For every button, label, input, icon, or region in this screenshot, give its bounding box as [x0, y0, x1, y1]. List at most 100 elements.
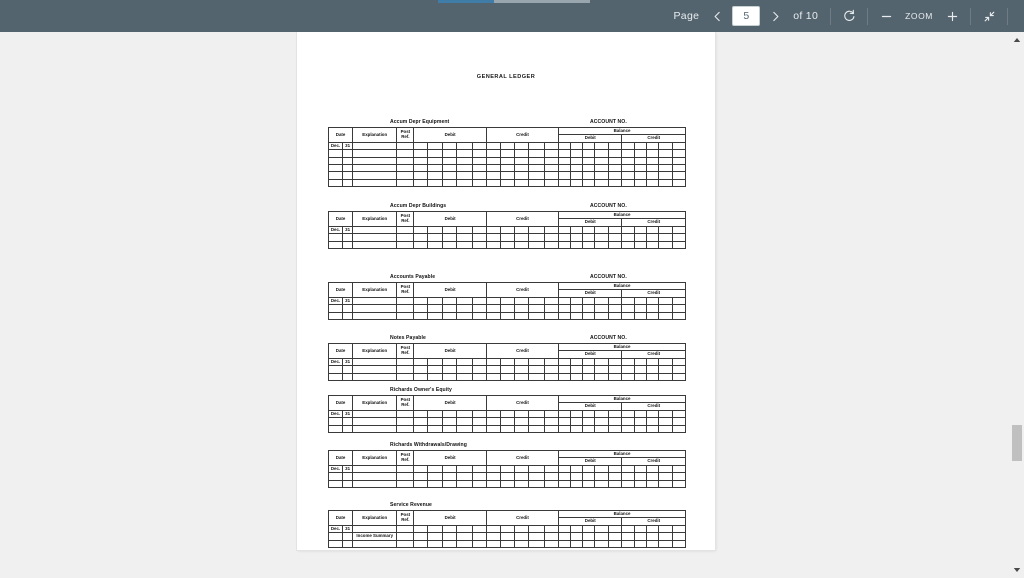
cell-debit-digit	[413, 178, 429, 188]
cell-balance-credit-digit	[645, 464, 659, 474]
ledger-header-row-primary: Date Explanation Post Ref. Debit Credit Balanc…	[327, 509, 686, 526]
cell-debit-digit	[471, 479, 487, 488]
cell-debit-digit	[455, 532, 473, 541]
ledger-caption-row: Notes Payable ACCOUNT NO.	[328, 335, 686, 343]
cell-credit-digit	[527, 163, 546, 173]
zoom-out-button[interactable]	[874, 4, 898, 28]
cell-credit-digit	[499, 464, 515, 474]
ledger-data-row	[327, 424, 687, 433]
cell-credit-digit	[513, 372, 529, 381]
cell-balance-credit-digit	[657, 532, 673, 541]
ledger-data-row: Dec. 31	[327, 524, 687, 534]
col-header-credit: Credit	[485, 211, 560, 227]
cell-credit-digit	[499, 233, 515, 242]
cell-date-day	[342, 372, 354, 381]
pdf-viewer-canvas[interactable]: GENERAL LEDGER Accum Depr Equipment ACCOU…	[0, 32, 1010, 576]
cell-credit-digit	[513, 532, 529, 541]
cell-debit-digit	[455, 479, 473, 488]
cell-balance-debit-digit	[608, 225, 623, 235]
col-header-balance: Balance	[558, 449, 686, 459]
cell-balance-credit-digit	[657, 472, 673, 481]
col-header-balance-credit: Credit	[621, 218, 686, 227]
cell-credit-digit	[499, 304, 515, 313]
cell-credit-digit	[544, 233, 560, 242]
cell-balance-debit-digit	[608, 464, 623, 474]
scroll-up-button[interactable]	[1010, 32, 1024, 46]
cell-debit-digit	[441, 472, 457, 481]
cell-credit-digit	[513, 171, 529, 180]
ledger-block: Richards Withdrawals/Drawing Date Explanat…	[327, 442, 687, 488]
cell-balance-debit-digit	[582, 532, 596, 541]
cell-credit-digit	[527, 524, 546, 534]
cell-balance-credit-digit	[645, 424, 659, 433]
cell-balance-credit-digit	[633, 225, 647, 235]
cell-debit-digit	[441, 524, 457, 534]
cell-balance-credit-digit	[671, 532, 687, 541]
cell-balance-debit-digit	[570, 149, 584, 158]
cell-balance-debit-digit	[594, 141, 610, 151]
col-header-balance-debit: Debit	[558, 134, 623, 143]
cell-credit-digit	[499, 532, 515, 541]
col-header-balance-credit: Credit	[621, 350, 686, 359]
cell-date-day	[342, 472, 354, 481]
cell-date-month	[327, 479, 344, 488]
cell-date-month	[327, 417, 344, 426]
cell-credit-digit	[485, 532, 501, 541]
ledger-account-name: Notes Payable	[390, 335, 426, 341]
col-header-explanation: Explanation	[352, 211, 398, 227]
cell-debit-digit	[471, 296, 487, 306]
cell-debit-digit	[471, 225, 487, 235]
cell-debit-digit	[471, 472, 487, 481]
document-title: GENERAL LEDGER	[476, 74, 536, 80]
rotate-button[interactable]	[837, 4, 861, 28]
cell-debit-digit	[455, 163, 473, 173]
page-number-input[interactable]	[732, 6, 761, 26]
cell-explanation	[352, 365, 398, 374]
fullscreen-toggle-button[interactable]	[977, 4, 1001, 28]
cell-balance-debit-digit	[582, 479, 596, 488]
chevron-right-icon	[770, 11, 781, 22]
next-page-button[interactable]	[763, 4, 787, 28]
col-header-credit: Credit	[485, 282, 560, 298]
ledger-data-row	[327, 178, 687, 188]
scroll-down-button[interactable]	[1010, 562, 1024, 576]
cell-credit-digit	[527, 409, 546, 419]
cell-balance-credit-digit	[633, 156, 647, 165]
zoom-in-button[interactable]	[940, 4, 964, 28]
cell-credit-digit	[513, 464, 529, 474]
cell-balance-debit-digit	[594, 149, 610, 158]
cell-debit-digit	[441, 479, 457, 488]
cell-debit-digit	[471, 357, 487, 367]
cell-post-ref	[396, 225, 415, 235]
cell-balance-credit-digit	[621, 532, 635, 541]
cell-debit-digit	[413, 539, 429, 548]
cell-credit-digit	[499, 372, 515, 381]
cell-explanation	[352, 296, 398, 306]
cell-balance-credit-digit	[645, 365, 659, 374]
cell-credit-digit	[499, 178, 515, 188]
cell-post-ref	[396, 304, 415, 313]
chevron-left-icon	[712, 11, 723, 22]
cell-credit-digit	[499, 424, 515, 433]
cell-balance-debit-digit	[594, 524, 610, 534]
cell-balance-credit-digit	[671, 296, 687, 306]
cell-credit-digit	[513, 149, 529, 158]
vertical-scrollbar[interactable]	[1010, 32, 1024, 576]
cell-credit-digit	[544, 156, 560, 165]
cell-balance-credit-digit	[645, 171, 659, 180]
cell-explanation	[352, 357, 398, 367]
cell-debit-digit	[441, 539, 457, 548]
ledger-block: Accounts Payable ACCOUNT NO. Date Explanati…	[327, 274, 687, 320]
ledger-table: Date Explanation Post Ref. Debit Credit Balanc…	[327, 342, 687, 381]
cell-balance-credit-digit	[621, 233, 635, 242]
cell-balance-debit-digit	[570, 417, 584, 426]
previous-page-button[interactable]	[705, 4, 729, 28]
cell-debit-digit	[413, 532, 429, 541]
cell-balance-credit-digit	[621, 372, 635, 381]
cell-balance-debit-digit	[608, 171, 623, 180]
cell-balance-credit-digit	[645, 149, 659, 158]
cell-post-ref	[396, 156, 415, 165]
cell-debit-digit	[413, 171, 429, 180]
scrollbar-thumb[interactable]	[1012, 425, 1022, 461]
cell-balance-debit-digit	[582, 171, 596, 180]
